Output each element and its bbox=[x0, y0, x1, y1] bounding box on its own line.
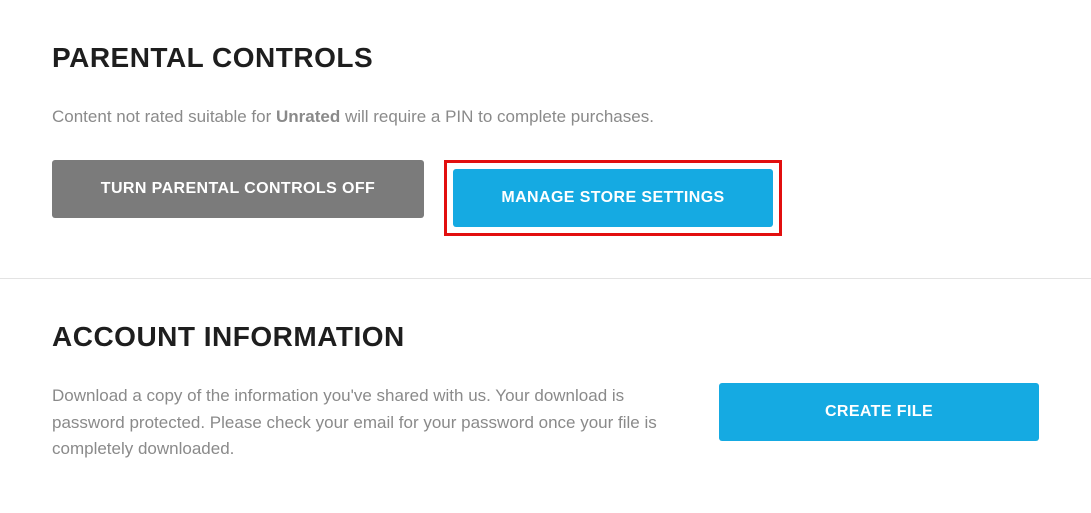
desc-suffix: will require a PIN to complete purchases… bbox=[340, 107, 654, 126]
desc-prefix: Content not rated suitable for bbox=[52, 107, 276, 126]
account-info-description: Download a copy of the information you'v… bbox=[52, 383, 679, 462]
account-info-row: Download a copy of the information you'v… bbox=[52, 383, 1039, 462]
account-information-section: ACCOUNT INFORMATION Download a copy of t… bbox=[0, 278, 1091, 504]
create-file-button[interactable]: CREATE FILE bbox=[719, 383, 1039, 441]
account-information-title: ACCOUNT INFORMATION bbox=[52, 321, 1039, 353]
parental-controls-title: PARENTAL CONTROLS bbox=[52, 42, 1039, 74]
parental-controls-description: Content not rated suitable for Unrated w… bbox=[52, 104, 1039, 130]
manage-store-highlight: MANAGE STORE SETTINGS bbox=[444, 160, 782, 236]
desc-rating: Unrated bbox=[276, 107, 340, 126]
parental-controls-button-row: TURN PARENTAL CONTROLS OFF MANAGE STORE … bbox=[52, 160, 1039, 236]
manage-store-settings-button[interactable]: MANAGE STORE SETTINGS bbox=[453, 169, 773, 227]
turn-parental-controls-off-button[interactable]: TURN PARENTAL CONTROLS OFF bbox=[52, 160, 424, 218]
parental-controls-section: PARENTAL CONTROLS Content not rated suit… bbox=[0, 0, 1091, 278]
